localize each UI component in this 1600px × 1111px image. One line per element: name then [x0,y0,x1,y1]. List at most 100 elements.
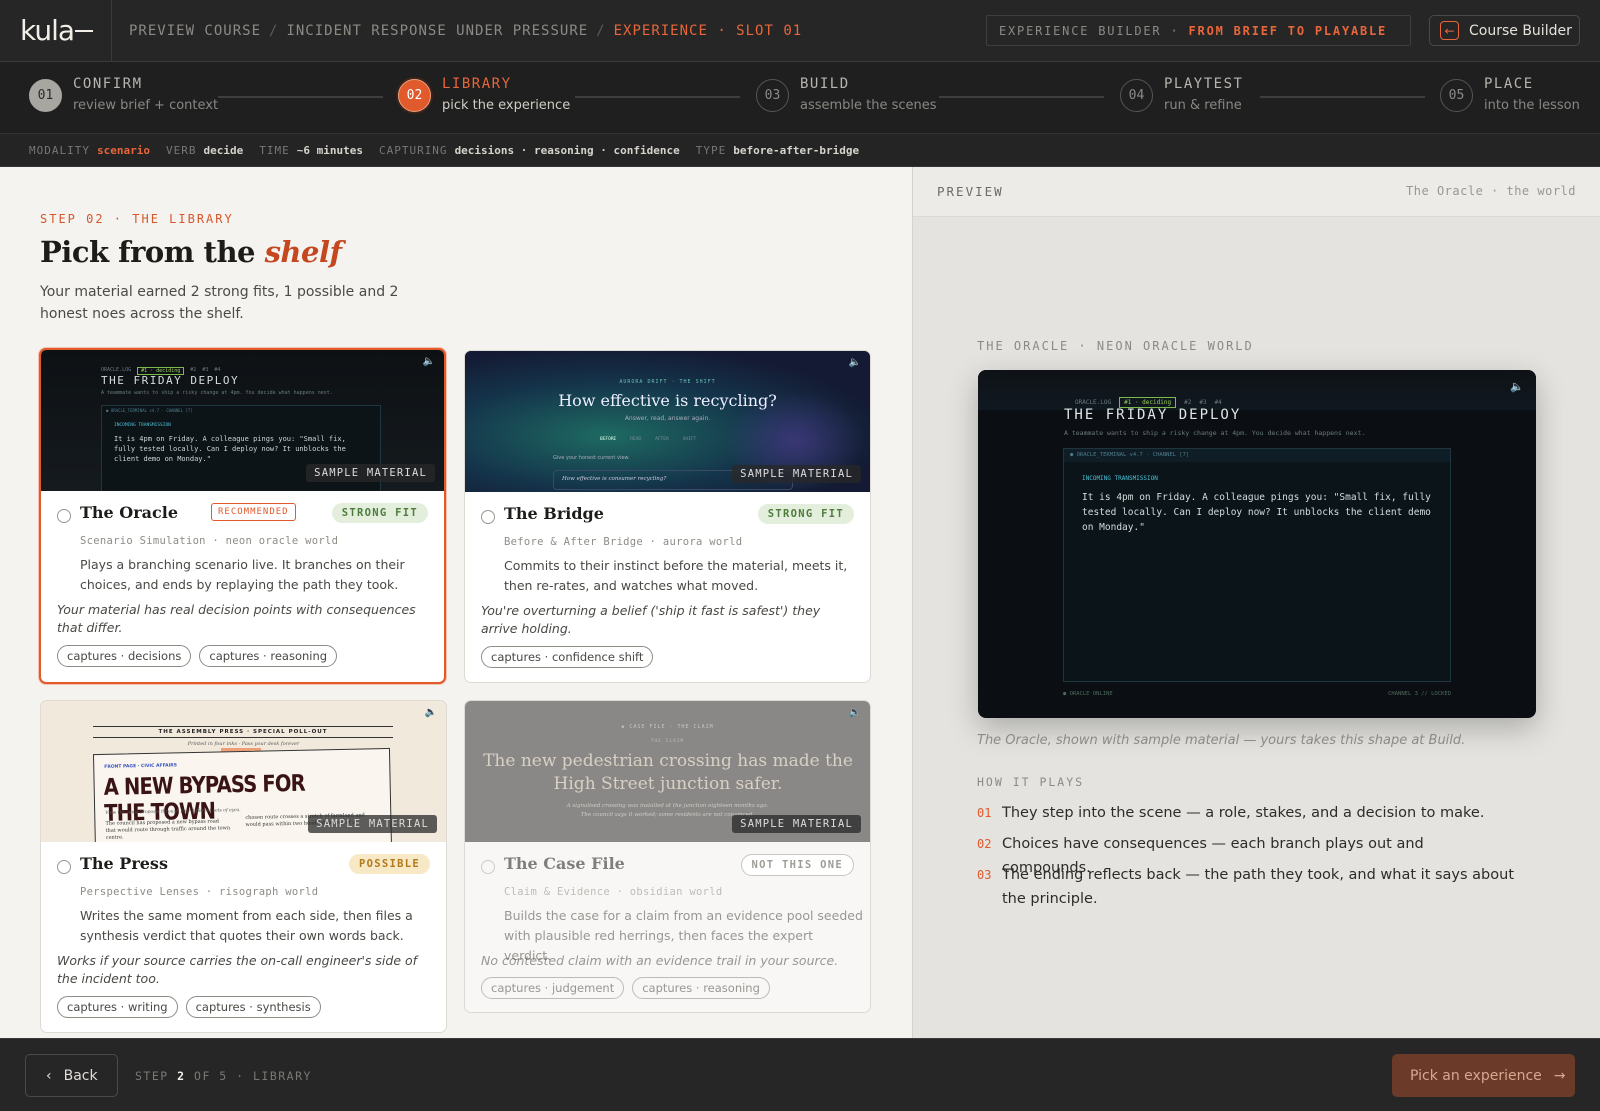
step-subtitle: assemble the scenes [800,98,937,113]
mute-icon[interactable]: 🔈 [1510,380,1524,393]
step-connector [575,96,740,98]
step-number: 05 [1440,79,1473,112]
tag: captures · judgement [481,977,625,999]
step-connector [1260,96,1425,98]
bridge-step: READ [630,437,642,442]
mute-icon[interactable]: 🔈 [425,707,437,718]
step-number: 04 [1120,79,1153,112]
tag: captures · reasoning [199,645,338,667]
bridge-step: SHIFT [682,437,697,442]
experience-card-oracle[interactable]: ORACLE.LOG #1 · deciding #2 #3 #4 THE FR… [39,348,446,684]
step-build[interactable]: 03 BUILD assemble the scenes [756,76,937,113]
step-place[interactable]: 05 PLACE into the lesson [1440,76,1580,113]
back-button[interactable]: ‹ Back [25,1054,118,1097]
press-strap: Printed in four inks · Pass your desk fo… [187,741,300,747]
breadcrumb-item-course[interactable]: INCIDENT RESPONSE UNDER PRESSURE [286,23,588,39]
card-subtitle: Before & After Bridge · aurora world [504,536,743,548]
bridge-step: AFTER [655,437,669,442]
title-emphasis: shelf [264,235,342,269]
step-subtitle: pick the experience [442,98,571,113]
fit-badge: STRONG FIT [757,504,854,524]
card-subtitle: Perspective Lenses · risograph world [80,886,319,898]
how-step: 03 The ending reflects back — the path th… [977,863,1517,911]
bridge-thumbnail: AURORA DRIFT · THE SHIFT How effective i… [465,351,870,492]
course-builder-button[interactable]: ← Course Builder [1429,15,1580,46]
card-description: Writes the same moment from each side, t… [80,908,413,943]
footer-bar: ‹ Back STEP 2 OF 5 · LIBRARY Pick an expe… [0,1038,1600,1111]
experience-card-press[interactable]: THE ASSEMBLY PRESS · SPECIAL POLL-OUT Pr… [40,700,447,1033]
experience-builder-pill: EXPERIENCE BUILDER · FROM BRIEF TO PLAYA… [986,15,1411,46]
card-radio[interactable] [57,860,71,874]
kula-logo[interactable]: kula [0,0,112,62]
step-title: CONFIRM [73,76,143,92]
meta-key: TYPE [695,143,727,157]
step-subtitle: run & refine [1164,98,1242,113]
screen-title: THE FRIDAY DEPLOY [1064,407,1242,423]
brief-meta-bar: MODALITY scenario VERB decide TIME ~6 minut… [0,134,1600,167]
step-counter-num: 2 [177,1069,186,1083]
breadcrumb-separator: / [596,22,606,39]
meta-value-time: ~6 minutes [296,143,363,157]
card-tags: captures · decisions captures · reasonin… [57,645,338,667]
builder-pill-highlight: FROM BRIEF TO PLAYABLE [1188,23,1388,38]
step-subtitle: into the lesson [1484,98,1580,113]
screen-terminal: ● ORACLE_TERMINAL v4.7 · CHANNEL [7] INC… [1063,448,1451,682]
mute-icon[interactable]: 🔈 [849,357,861,368]
fit-badge: NOT THIS ONE [740,854,854,876]
step-library[interactable]: 02 LIBRARY pick the experience [398,76,570,113]
breadcrumb: PREVIEW COURSE / INCIDENT RESPONSE UNDER… [112,23,802,39]
meta-key: VERB [165,143,197,157]
step-kicker: STEP 02 · THE LIBRARY [40,212,234,226]
case-eyebrow: ◆ CASE FILE · THE CLAIM [621,724,714,730]
incoming-label: INCOMING TRANSMISSION [114,423,171,428]
tag: captures · writing [57,996,178,1018]
card-name: The Press [80,854,168,873]
experience-card-case-file[interactable]: ◆ CASE FILE · THE CLAIM THE CLAIM The ne… [464,700,871,1013]
bridge-sub: Answer, read, answer again. [624,415,711,422]
how-step-text: The ending reflects back — the path they… [1002,867,1515,907]
case-file-thumbnail: ◆ CASE FILE · THE CLAIM THE CLAIM The ne… [465,701,870,842]
logo-dash [75,29,94,32]
preview-world-label: The Oracle · the world [1406,184,1576,198]
card-name: The Case File [504,854,625,873]
preview-screen[interactable]: ORACLE.LOG #1 · deciding #2 #3 #4 THE FR… [978,370,1536,718]
back-label: Back [63,1067,98,1084]
how-step-number: 01 [977,806,992,820]
step-connector [939,96,1104,98]
card-rationale: Your material has real decision points w… [57,602,416,635]
card-rationale: Works if your source carries the on-call… [57,953,418,986]
screen-header [978,370,1536,410]
builder-pill-label: EXPERIENCE BUILDER · [999,23,1180,38]
screen-status: ● ORACLE ONLINE [1063,691,1113,697]
mute-icon[interactable]: 🔈 [423,356,435,367]
preview-label: PREVIEW [937,184,1004,199]
experience-card-bridge[interactable]: AURORA DRIFT · THE SHIFT How effective i… [464,350,871,683]
step-subtitle: review brief + context [73,98,219,113]
card-tags: captures · confidence shift [481,646,654,668]
oracle-title: THE FRIDAY DEPLOY [101,374,240,387]
step-number: 03 [756,79,789,112]
top-bar: kula PREVIEW COURSE / INCIDENT RESPONSE … [0,0,1600,62]
breadcrumb-item-preview[interactable]: PREVIEW COURSE [129,23,261,39]
sample-material-badge: SAMPLE MATERIAL [306,464,435,482]
preview-header: PREVIEW The Oracle · the world [913,167,1600,217]
chip: ORACLE.LOG [1075,399,1112,406]
sample-material-badge: SAMPLE MATERIAL [308,815,437,833]
step-confirm[interactable]: 01 CONFIRM review brief + context [29,76,218,113]
bridge-eyebrow: AURORA DRIFT · THE SHIFT [619,379,716,385]
terminal-label: ● ORACLE_TERMINAL v4.7 · CHANNEL [7] [1070,452,1190,458]
how-step: 01 They step into the scene — a role, sta… [977,801,1517,825]
card-radio[interactable] [481,860,495,874]
mute-icon[interactable]: 🔈 [849,707,861,718]
fit-badge: STRONG FIT [331,503,428,523]
card-radio[interactable] [57,509,71,523]
pick-experience-button[interactable]: Pick an experience → [1392,1054,1575,1097]
step-playtest[interactable]: 04 PLAYTEST run & refine [1120,76,1243,113]
press-column: The council has proposed a new bypass ro… [105,818,231,841]
case-label: THE CLAIM [650,739,685,744]
logo-text: kula [20,14,75,47]
step-title: PLACE [1484,76,1534,92]
meta-value-modality: scenario [96,143,150,157]
recommended-badge: RECOMMENDED [211,503,296,521]
card-radio[interactable] [481,510,495,524]
